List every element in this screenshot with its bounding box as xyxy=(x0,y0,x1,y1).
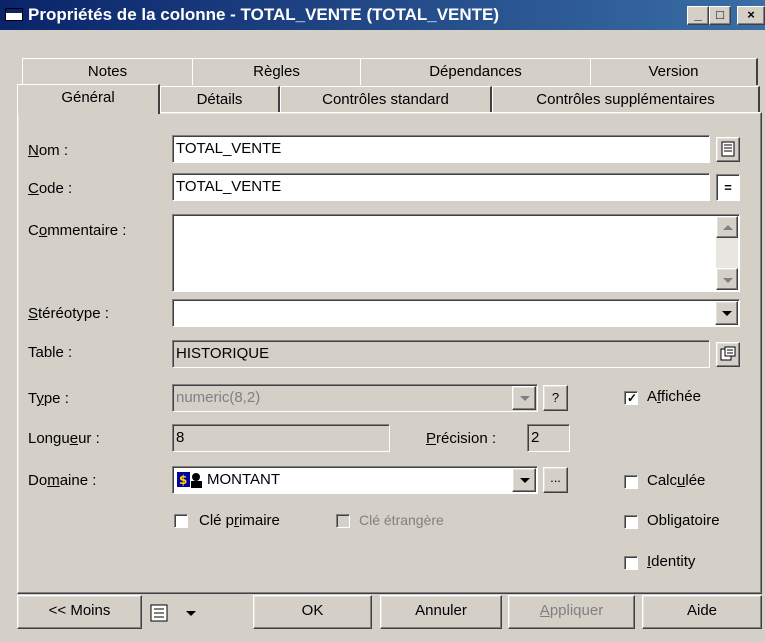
table-properties-icon[interactable] xyxy=(716,342,740,367)
tab-details[interactable]: Détails xyxy=(160,86,280,113)
commentaire-scrollbar[interactable] xyxy=(716,216,738,290)
app-icon xyxy=(5,8,23,21)
tab-regles[interactable]: Règles xyxy=(192,58,362,85)
type-label: Type : xyxy=(28,390,69,407)
code-input[interactable]: TOTAL_VENTE xyxy=(172,173,710,201)
identity-label: Identity xyxy=(647,553,696,570)
calculee-label: Calculée xyxy=(647,472,706,489)
precision-field: 2 xyxy=(527,424,570,452)
minimize-button[interactable]: _ xyxy=(687,6,709,25)
nom-label: Nom : xyxy=(28,142,69,159)
aide-button[interactable]: Aide xyxy=(642,595,762,629)
precision-label: Précision : xyxy=(426,430,497,447)
list-menu-button[interactable] xyxy=(148,597,208,629)
check-icon: ✓ xyxy=(627,391,638,405)
tab-version[interactable]: Version xyxy=(590,58,758,85)
cle-etrangere-label: Clé étrangère xyxy=(359,512,444,528)
tab-notes[interactable]: Notes xyxy=(22,58,194,85)
tab-general[interactable]: Général xyxy=(17,84,160,114)
stereotype-combobox[interactable] xyxy=(172,299,740,327)
close-button[interactable]: × xyxy=(737,6,765,25)
code-label: Code : xyxy=(28,180,73,197)
scroll-up-button[interactable] xyxy=(716,216,738,238)
type-help-button[interactable]: ? xyxy=(543,385,568,411)
affichee-label: Affichée xyxy=(647,388,701,405)
affichee-checkbox[interactable]: ✓ xyxy=(624,391,638,405)
cle-primaire-checkbox[interactable] xyxy=(174,514,188,528)
calculee-checkbox[interactable] xyxy=(624,475,638,489)
tab-controles-standard[interactable]: Contrôles standard xyxy=(280,86,492,113)
code-equals-button[interactable]: = xyxy=(716,174,740,201)
longueur-label: Longueur : xyxy=(28,430,100,447)
title-bar[interactable]: Propriétés de la colonne - TOTAL_VENTE (… xyxy=(0,0,765,30)
annuler-button[interactable]: Annuler xyxy=(380,595,502,629)
domaine-ellipsis-button[interactable]: ... xyxy=(543,467,568,493)
stereotype-label: Stéréotype : xyxy=(28,305,109,322)
window-title: Propriétés de la colonne - TOTAL_VENTE (… xyxy=(28,5,500,24)
type-dropdown-arrow-icon[interactable] xyxy=(512,386,536,410)
table-field: HISTORIQUE xyxy=(172,340,710,368)
svg-text:$: $ xyxy=(179,473,187,487)
commentaire-textarea[interactable] xyxy=(172,214,740,292)
domain-icon: $ xyxy=(176,471,204,489)
commentaire-label: Commentaire : xyxy=(28,222,127,239)
tab-dependances[interactable]: Dépendances xyxy=(360,58,592,85)
appliquer-button[interactable]: Appliquer xyxy=(508,595,635,629)
domaine-label: Domaine : xyxy=(28,472,97,489)
scroll-down-button[interactable] xyxy=(716,268,738,290)
domaine-combobox[interactable]: $ MONTANT xyxy=(172,466,538,494)
type-combobox[interactable]: numeric(8,2) xyxy=(172,384,538,412)
longueur-field: 8 xyxy=(172,424,390,452)
nom-input[interactable]: TOTAL_VENTE xyxy=(172,135,710,163)
ok-button[interactable]: OK xyxy=(253,595,372,629)
list-menu-icon xyxy=(150,604,168,626)
maximize-button[interactable]: □ xyxy=(709,6,731,25)
tab-controles-supplementaires[interactable]: Contrôles supplémentaires xyxy=(492,86,760,113)
moins-button[interactable]: << Moins xyxy=(17,595,142,629)
table-label: Table : xyxy=(28,344,73,361)
properties-icon[interactable] xyxy=(716,137,740,162)
obligatoire-label: Obligatoire xyxy=(647,512,720,529)
cle-primaire-label: Clé primaire xyxy=(199,512,280,529)
obligatoire-checkbox[interactable] xyxy=(624,515,638,529)
dropdown-arrow-icon[interactable] xyxy=(715,301,738,325)
cle-etrangere-checkbox[interactable] xyxy=(336,514,350,528)
identity-checkbox[interactable] xyxy=(624,556,638,570)
menu-dropdown-icon xyxy=(186,611,196,616)
domaine-dropdown-arrow-icon[interactable] xyxy=(512,468,536,492)
